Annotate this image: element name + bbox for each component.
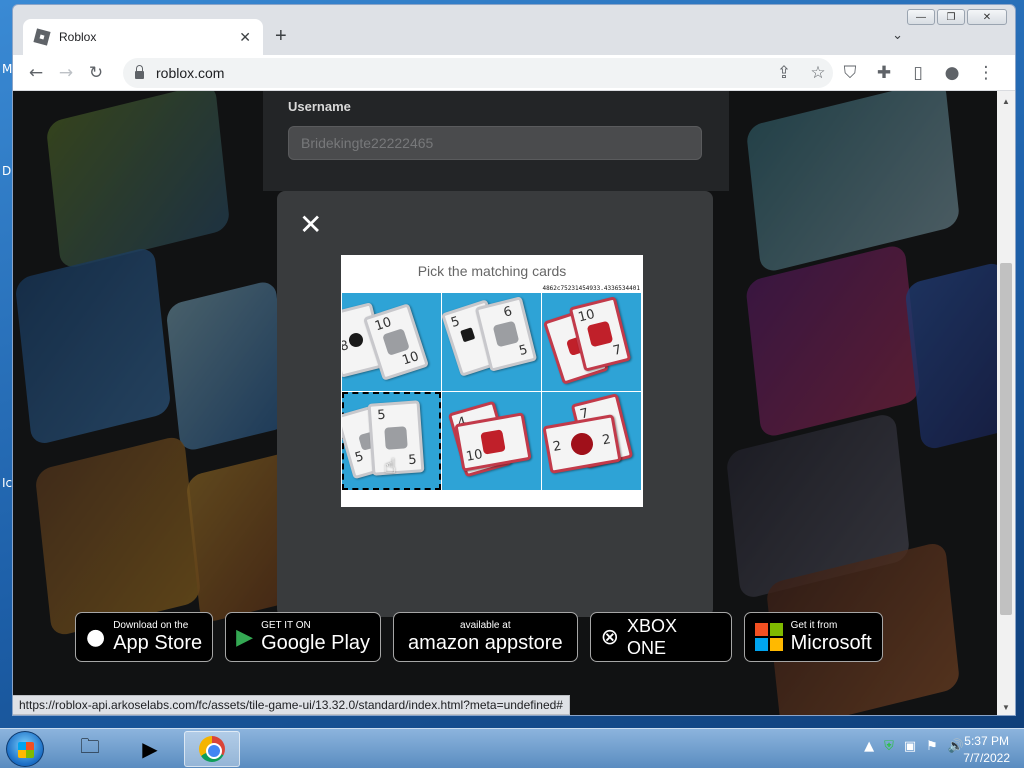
media-player-icon[interactable]: ▶: [122, 731, 178, 767]
show-hidden-icons-icon[interactable]: ▲: [864, 739, 874, 754]
new-tab-button[interactable]: +: [275, 25, 287, 48]
system-tray: ▲ ⛨ ▣ ⚑ 🔊: [864, 739, 964, 754]
card-number: 2: [601, 432, 612, 449]
badge-small-text: GET IT ON: [261, 620, 311, 631]
captcha-frame: Pick the matching cards 4862c75231454933…: [341, 255, 643, 507]
card-number: 7: [611, 342, 624, 360]
clock-date: 7/7/2022: [963, 751, 1010, 765]
start-button[interactable]: [6, 731, 44, 767]
badge-small-text: Get it from: [790, 620, 838, 631]
apple-icon: ●: [86, 624, 106, 650]
captcha-tile-4[interactable]: 5 5 5 ☝: [342, 392, 441, 490]
captcha-tile-6[interactable]: 7 22: [542, 392, 641, 490]
tab-title: Roblox: [59, 30, 97, 44]
captcha-session-id: 4862c75231454933.4336534401: [542, 285, 640, 292]
taskbar: 🗀 ▶ ▲ ⛨ ▣ ⚑ 🔊 5:37 PM 7/7/2022: [0, 728, 1024, 768]
lock-icon[interactable]: [135, 65, 144, 79]
chrome-taskbar-button[interactable]: [184, 731, 240, 767]
network-icon[interactable]: ▣: [904, 739, 916, 754]
desktop-icon-label: Ic: [2, 476, 13, 490]
browser-window: Roblox ✕ + ⌄ — ❐ ✕ ← → ↻ roblox.com ⇪ ☆ …: [12, 4, 1016, 716]
microsoft-store-badge[interactable]: Get it from Microsoft: [743, 612, 883, 662]
tab-search-button[interactable]: ⌄: [892, 27, 903, 43]
card-number: 5: [517, 342, 530, 360]
file-explorer-icon[interactable]: 🗀: [62, 731, 118, 767]
card-number: 10: [400, 349, 421, 369]
card-number: 5: [407, 452, 418, 469]
clock[interactable]: 5:37 PM 7/7/2022: [963, 733, 1010, 767]
volume-icon[interactable]: 🔊: [948, 739, 964, 754]
captcha-tile-2[interactable]: 5 6 5: [442, 293, 541, 391]
badge-big-text: XBOX ONE: [627, 616, 678, 658]
page-viewport: Username ✕ Pick the matching cards 4862c…: [13, 91, 999, 715]
extensions-puzzle-icon[interactable]: ✚: [869, 58, 899, 88]
bookmark-star-icon[interactable]: ☆: [803, 58, 833, 88]
amazon-appstore-badge[interactable]: available at amazon appstore: [393, 612, 578, 662]
close-window-button[interactable]: ✕: [967, 9, 1007, 25]
scroll-thumb[interactable]: [1000, 263, 1012, 615]
badge-small-text: available at: [460, 620, 511, 631]
url-text: roblox.com: [156, 65, 225, 81]
clock-time: 5:37 PM: [964, 734, 1009, 748]
google-play-icon: ▶: [236, 624, 254, 650]
card-number: 5: [376, 407, 387, 424]
scroll-up-arrow-icon[interactable]: ▲: [997, 93, 1015, 109]
app-store-badges: ● Download on the App Store ▶ GET IT ON Go…: [75, 612, 883, 662]
captcha-tile-1[interactable]: 8 10 10: [342, 293, 441, 391]
microsoft-logo-icon: [754, 623, 783, 651]
status-bar-url: https://roblox-api.arkoselabs.com/fc/ass…: [13, 695, 570, 715]
security-shield-icon[interactable]: ⛨: [884, 739, 894, 754]
card-number: 6: [502, 304, 514, 321]
badge-big-text: Google Play: [261, 632, 371, 654]
window-controls: — ❐ ✕: [907, 9, 1007, 25]
desktop-icon-label: D: [2, 164, 12, 178]
address-bar[interactable]: roblox.com ⇪ ☆: [123, 58, 833, 88]
action-center-flag-icon[interactable]: ⚑: [926, 739, 938, 754]
reload-icon[interactable]: ↻: [81, 58, 111, 88]
captcha-tile-5[interactable]: 410 10: [442, 392, 541, 490]
hand-cursor-icon: ☝: [384, 454, 397, 478]
captcha-title: Pick the matching cards: [417, 263, 567, 279]
captcha-tile-3[interactable]: 10 7: [542, 293, 641, 391]
desktop-icon-label: M: [2, 62, 13, 76]
username-input[interactable]: [288, 126, 702, 160]
card-number: 10: [464, 447, 484, 465]
app-store-badge[interactable]: ● Download on the App Store: [75, 612, 214, 662]
back-arrow-icon[interactable]: ←: [21, 58, 51, 88]
xbox-icon: ⊗: [600, 624, 620, 650]
tab-strip: Roblox ✕ + ⌄ — ❐ ✕: [13, 5, 1015, 55]
card-number: 5: [449, 314, 462, 331]
forward-arrow-icon[interactable]: →: [51, 58, 81, 88]
badge-small-text: Download on the: [113, 620, 189, 631]
username-label: Username: [288, 99, 351, 114]
roblox-favicon-icon: [33, 28, 51, 46]
badge-big-text: App Store: [113, 632, 203, 654]
card-number: 10: [576, 306, 597, 326]
badge-big-text: Microsoft: [790, 632, 872, 654]
browser-toolbar: ← → ↻ roblox.com ⇪ ☆ ⛉ ✚ ▯ ● ⋮: [13, 55, 1015, 91]
shield-extension-icon[interactable]: ⛉: [835, 58, 865, 88]
scroll-down-arrow-icon[interactable]: ▼: [997, 699, 1015, 715]
page-scrollbar[interactable]: ▲ ▼: [997, 91, 1015, 715]
captcha-modal: ✕ Pick the matching cards 4862c752314549…: [277, 191, 713, 617]
tab-roblox[interactable]: Roblox ✕: [23, 19, 263, 55]
side-panel-icon[interactable]: ▯: [903, 58, 933, 88]
card-number: 2: [551, 438, 563, 455]
profile-avatar-icon[interactable]: ●: [937, 58, 967, 88]
close-icon[interactable]: ✕: [299, 211, 322, 239]
badge-big-text: amazon appstore: [408, 632, 563, 654]
google-play-badge[interactable]: ▶ GET IT ON Google Play: [225, 612, 382, 662]
card-number: 5: [353, 449, 366, 466]
minimize-button[interactable]: —: [907, 9, 935, 25]
maximize-button[interactable]: ❐: [937, 9, 965, 25]
share-icon[interactable]: ⇪: [769, 58, 799, 88]
captcha-grid: 8 10 10 5 6 5 10 7 5 5 5 ☝ 10 7 2 2: [342, 293, 642, 491]
chrome-icon: [199, 736, 225, 762]
xbox-one-badge[interactable]: ⊗ XBOX ONE: [589, 612, 732, 662]
tab-close-icon[interactable]: ✕: [239, 29, 251, 46]
chrome-menu-icon[interactable]: ⋮: [971, 58, 1001, 88]
